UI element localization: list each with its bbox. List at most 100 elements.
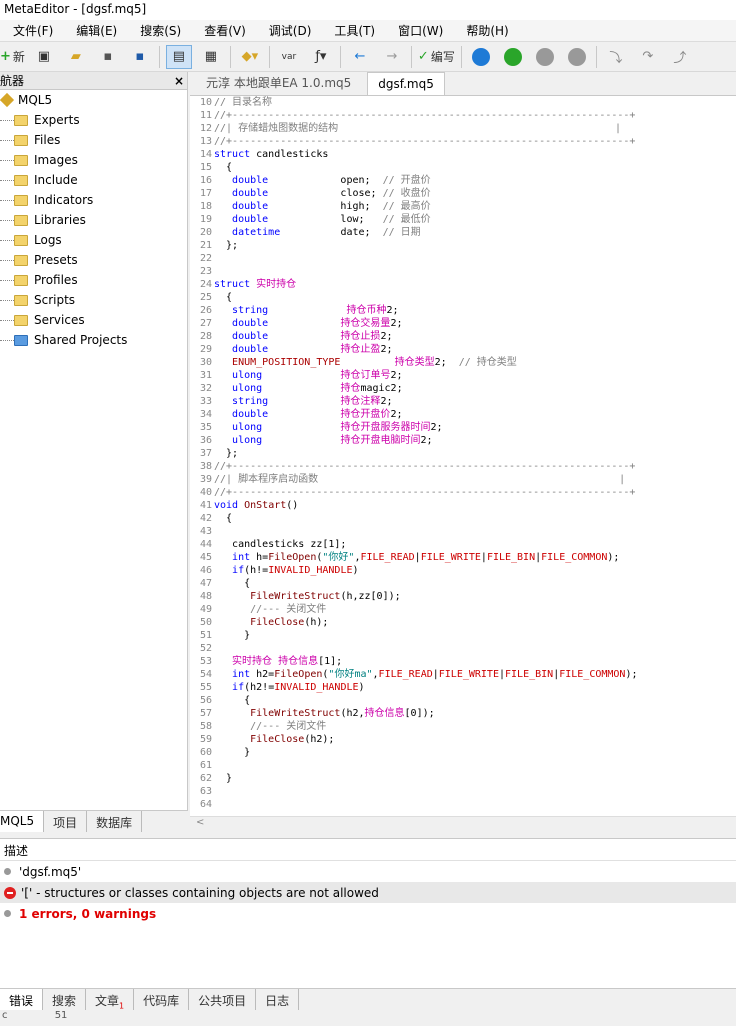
step-into-button[interactable]: ⤵ — [603, 45, 629, 69]
navigator-toggle-button[interactable]: ▤ — [165, 44, 192, 69]
tree-item-services[interactable]: Services — [0, 310, 187, 330]
menu-tools[interactable]: 工具(T) — [321, 22, 385, 39]
pause-button[interactable] — [532, 45, 558, 69]
tab-articles[interactable]: 文章1 — [86, 989, 135, 1010]
code-line[interactable]: 49 //--- 关闭文件 — [190, 603, 736, 616]
code-line[interactable]: 17 double close; // 收盘价 — [190, 187, 736, 200]
code-line[interactable]: 47 { — [190, 577, 736, 590]
menu-help[interactable]: 帮助(H) — [453, 22, 518, 39]
code-line[interactable]: 15 { — [190, 161, 736, 174]
code-line[interactable]: 32 ulong 持仓magic2; — [190, 382, 736, 395]
tab-project[interactable]: 项目 — [44, 811, 88, 832]
code-line[interactable]: 54 int h2=FileOpen("你好ma",FILE_READ|FILE… — [190, 668, 736, 681]
tab-errors[interactable]: 错误 — [0, 989, 44, 1010]
code-line[interactable]: 12//| 存储蜡烛图数据的结构 | — [190, 122, 736, 135]
code-line[interactable]: 42 { — [190, 512, 736, 525]
tree-item-profiles[interactable]: Profiles — [0, 270, 187, 290]
close-icon[interactable]: × — [174, 74, 184, 88]
code-line[interactable]: 57 FileWriteStruct(h2,持仓信息[0]); — [190, 707, 736, 720]
tab-yuanchun-ea[interactable]: 元淳 本地跟单EA 1.0.mq5 — [196, 70, 361, 95]
code-line[interactable]: 35 ulong 持仓开盘服务器时间2; — [190, 421, 736, 434]
start-debug-button[interactable] — [500, 45, 526, 69]
tree-root-mql5[interactable]: MQL5 — [0, 90, 187, 110]
code-line[interactable]: 45 int h=FileOpen("你好",FILE_READ|FILE_WR… — [190, 551, 736, 564]
tree-item-include[interactable]: Include — [0, 170, 187, 190]
step-over-button[interactable]: ↷ — [635, 45, 661, 69]
code-line[interactable]: 30 ENUM_POSITION_TYPE 持仓类型2; // 持仓类型 — [190, 356, 736, 369]
code-line[interactable]: 43 — [190, 525, 736, 538]
var-button[interactable]: var — [276, 45, 302, 69]
code-line[interactable]: 29 double 持仓止盈2; — [190, 343, 736, 356]
tab-journal[interactable]: 日志 — [256, 989, 300, 1010]
tree-item-images[interactable]: Images — [0, 150, 187, 170]
tree-item-libraries[interactable]: Libraries — [0, 210, 187, 230]
code-line[interactable]: 16 double open; // 开盘价 — [190, 174, 736, 187]
code-line[interactable]: 56 { — [190, 694, 736, 707]
tab-mql5[interactable]: MQL5 — [0, 811, 45, 832]
scroll-left-icon[interactable]: < — [196, 817, 204, 828]
code-line[interactable]: 38//+-----------------------------------… — [190, 460, 736, 473]
tree-item-logs[interactable]: Logs — [0, 230, 187, 250]
code-line[interactable]: 36 ulong 持仓开盘电脑时间2; — [190, 434, 736, 447]
menu-view[interactable]: 查看(V) — [191, 22, 256, 39]
code-line[interactable]: 22 — [190, 252, 736, 265]
save-button[interactable]: ▪ — [95, 45, 121, 69]
code-line[interactable]: 24 struct 实时持仓 — [190, 278, 736, 291]
code-line[interactable]: 11//+-----------------------------------… — [190, 109, 736, 122]
output-row[interactable]: 'dgsf.mq5' — [0, 861, 736, 882]
tab-public-projects[interactable]: 公共项目 — [189, 989, 257, 1010]
menu-edit[interactable]: 编辑(E) — [63, 22, 127, 39]
tab-search[interactable]: 搜索 — [43, 989, 87, 1010]
code-line[interactable]: 34 double 持仓开盘价2; — [190, 408, 736, 421]
code-line[interactable]: 63 — [190, 785, 736, 798]
tree-item-shared-projects[interactable]: Shared Projects — [0, 330, 187, 350]
forward-button[interactable]: → — [379, 45, 405, 69]
code-line[interactable]: 60 } — [190, 746, 736, 759]
code-line[interactable]: 41 void OnStart() — [190, 499, 736, 512]
code-line[interactable]: 64 — [190, 798, 736, 811]
code-line[interactable]: 53 实时持仓 持仓信息[1]; — [190, 655, 736, 668]
menu-debug[interactable]: 调试(D) — [256, 22, 322, 39]
code-line[interactable]: 55 if(h2!=INVALID_HANDLE) — [190, 681, 736, 694]
code-line[interactable]: 50 FileClose(h); — [190, 616, 736, 629]
stop-button[interactable] — [564, 45, 590, 69]
code-line[interactable]: 62 } — [190, 772, 736, 785]
back-button[interactable]: ← — [347, 45, 373, 69]
menu-window[interactable]: 窗口(W) — [385, 22, 453, 39]
tree-item-presets[interactable]: Presets — [0, 250, 187, 270]
tab-codebase[interactable]: 代码库 — [134, 989, 190, 1010]
code-area[interactable]: 10// 目录名称 11//+--------------------------… — [190, 96, 736, 816]
code-line[interactable]: 40//+-----------------------------------… — [190, 486, 736, 499]
step-out-button[interactable]: ⤴ — [667, 45, 693, 69]
code-line[interactable]: 13//+-----------------------------------… — [190, 135, 736, 148]
code-line[interactable]: 58 //--- 关闭文件 — [190, 720, 736, 733]
toolbox-button[interactable]: ▦ — [198, 45, 224, 69]
code-line[interactable]: 51 } — [190, 629, 736, 642]
menu-search[interactable]: 搜索(S) — [127, 22, 191, 39]
tab-dgsf[interactable]: dgsf.mq5 — [367, 72, 445, 95]
code-line[interactable]: 20 datetime date; // 日期 — [190, 226, 736, 239]
code-line[interactable]: 28 double 持仓止损2; — [190, 330, 736, 343]
code-line[interactable]: 27 double 持仓交易量2; — [190, 317, 736, 330]
code-line[interactable]: 52 — [190, 642, 736, 655]
styler-button[interactable]: ◆▾ — [237, 45, 263, 69]
code-line[interactable]: 23 — [190, 265, 736, 278]
code-line[interactable]: 26 string 持仓币种2; — [190, 304, 736, 317]
compile-button[interactable]: ✓ 编写 — [418, 45, 455, 69]
debug-history-button[interactable] — [468, 45, 494, 69]
tab-database[interactable]: 数据库 — [87, 811, 143, 832]
horizontal-scrollbar[interactable]: < — [190, 816, 736, 832]
code-line[interactable]: 18 double high; // 最高价 — [190, 200, 736, 213]
code-line[interactable]: 33 string 持仓注释2; — [190, 395, 736, 408]
code-line[interactable]: 21 }; — [190, 239, 736, 252]
tree-item-experts[interactable]: Experts — [0, 110, 187, 130]
save-all-button[interactable]: ▪ — [127, 45, 153, 69]
code-line[interactable]: 10// 目录名称 — [190, 96, 736, 109]
code-line[interactable]: 61 — [190, 759, 736, 772]
new-project-button[interactable]: ▣ — [31, 45, 57, 69]
code-line[interactable]: 19 double low; // 最低价 — [190, 213, 736, 226]
tree-item-files[interactable]: Files — [0, 130, 187, 150]
code-line[interactable]: 39//| 脚本程序启动函数 | — [190, 473, 736, 486]
function-button[interactable]: ƒ▾ — [308, 45, 334, 69]
menu-file[interactable]: 文件(F) — [0, 22, 63, 39]
